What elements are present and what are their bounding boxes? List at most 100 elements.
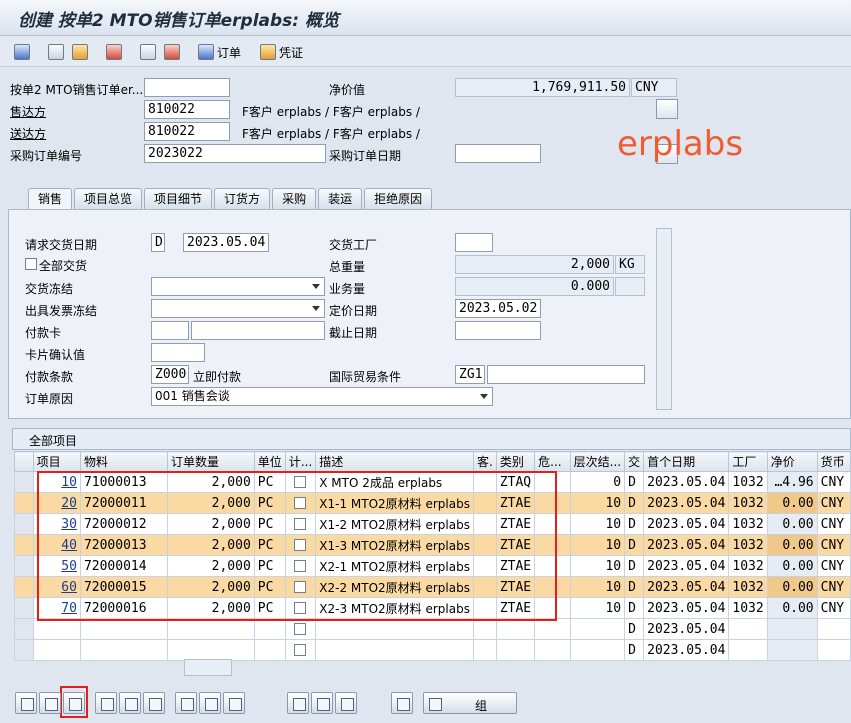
item-detail-button[interactable]	[15, 692, 37, 714]
display-doc-icon[interactable]	[140, 41, 156, 63]
tab-item-detail[interactable]: 项目细节	[144, 188, 213, 209]
delivery-plant-field[interactable]	[455, 233, 493, 252]
col-hierarchy[interactable]: 层次结...	[569, 451, 626, 472]
cell-selector[interactable]	[14, 471, 34, 493]
cell-selector[interactable]	[14, 576, 34, 598]
annotation-rows-box	[37, 471, 557, 621]
tab-ordering-party[interactable]: 订货方	[214, 188, 271, 209]
partner-icon[interactable]	[72, 41, 88, 63]
cell-hierarchy: 10	[569, 534, 626, 556]
col-calc[interactable]: 计...	[284, 451, 317, 472]
ship-to-field[interactable]: 810022	[144, 122, 230, 141]
row-checkbox[interactable]	[293, 644, 306, 656]
complete-delivery-checkbox[interactable]	[25, 258, 37, 270]
cell-selector[interactable]	[14, 597, 34, 619]
cell-selector[interactable]	[14, 639, 34, 661]
cell-selector[interactable]	[14, 513, 34, 535]
configuration-button[interactable]	[175, 692, 197, 714]
back-icon[interactable]	[14, 41, 30, 63]
table-row[interactable]: D 2023.05.04	[14, 639, 851, 661]
voucher-icon	[260, 44, 276, 60]
incoterms-location-field[interactable]	[487, 365, 645, 384]
pricing-date-field[interactable]: 2023.05.02	[455, 299, 541, 318]
partners-button[interactable]	[311, 692, 333, 714]
col-item[interactable]: 项目	[32, 451, 81, 472]
delivery-block-select[interactable]	[151, 277, 325, 296]
order-type-field[interactable]	[144, 78, 230, 97]
cell-selector[interactable]	[14, 492, 34, 514]
voucher-button[interactable]: 凭证	[260, 41, 303, 63]
col-category[interactable]: 类别	[495, 451, 536, 472]
req-delivery-date-field[interactable]: 2023.05.04	[183, 233, 269, 252]
order-button[interactable]: 订单	[198, 41, 241, 63]
orders-icon[interactable]	[106, 41, 122, 63]
tab-procurement[interactable]: 采购	[272, 188, 317, 209]
col-currency[interactable]: 货币	[816, 451, 851, 472]
table-row[interactable]: D 2023.05.04	[14, 618, 851, 640]
col-quantity[interactable]: 订单数量	[166, 451, 255, 472]
cell-hierarchy: 10	[569, 597, 626, 619]
delete-row-button[interactable]	[63, 692, 85, 714]
cell-quantity	[166, 618, 255, 640]
cell-net-price: 0.00	[766, 555, 818, 577]
po-date-field[interactable]	[455, 144, 541, 163]
col-net-price[interactable]: 净价	[766, 451, 818, 472]
copy-item-button[interactable]	[143, 692, 165, 714]
group-button[interactable]	[423, 692, 517, 714]
payment-card-number-field[interactable]	[191, 321, 325, 340]
deselect-all-button[interactable]	[119, 692, 141, 714]
col-description[interactable]: 描述	[315, 451, 474, 472]
cell-selector[interactable]	[14, 555, 34, 577]
order-reason-select[interactable]: 001 销售会谈	[151, 387, 493, 406]
expiry-date-field[interactable]	[455, 321, 541, 340]
tab-item-overview[interactable]: 项目总览	[74, 188, 143, 209]
row-checkbox[interactable]	[293, 623, 306, 635]
cell-net-price: 0.00	[766, 492, 818, 514]
cell-selector[interactable]	[14, 618, 34, 640]
billing-block-select[interactable]	[151, 299, 325, 318]
payment-card-type-field[interactable]	[151, 321, 189, 340]
complete-delivery-label: 全部交货	[39, 259, 88, 273]
col-plant[interactable]: 工厂	[728, 451, 768, 472]
payment-terms-field[interactable]: Z000	[151, 365, 189, 384]
availability-button[interactable]	[287, 692, 309, 714]
col-material[interactable]: 物料	[79, 451, 168, 472]
change-doc-icon[interactable]	[164, 41, 180, 63]
cell-unit	[253, 618, 286, 640]
grid-horizontal-scroll[interactable]	[184, 659, 232, 676]
cell-selector[interactable]	[14, 534, 34, 556]
panel-scrollbar[interactable]	[656, 228, 672, 410]
req-delivery-type-field[interactable]: D	[151, 233, 165, 252]
sold-to-field[interactable]: 810022	[144, 100, 230, 119]
expiry-date-label: 截止日期	[329, 326, 378, 340]
cell-net-price: 0.00	[766, 597, 818, 619]
pricing-button[interactable]	[199, 692, 221, 714]
col-selector[interactable]	[14, 451, 34, 472]
tab-sales[interactable]: 销售	[28, 188, 73, 210]
po-number-field[interactable]: 2023022	[144, 144, 326, 163]
schedule-lines-button[interactable]	[223, 692, 245, 714]
po-number-label: 采购订单编号	[10, 149, 83, 163]
cell-item	[32, 639, 81, 661]
select-all-button[interactable]	[95, 692, 117, 714]
cell-category	[495, 639, 536, 661]
cell-hierarchy: 10	[569, 576, 626, 598]
cell-calc[interactable]	[284, 639, 317, 661]
col-customer[interactable]: 客.	[472, 451, 497, 472]
col-delivery-type[interactable]: 交	[624, 451, 645, 472]
insert-row-button[interactable]	[39, 692, 61, 714]
print-button[interactable]	[391, 692, 413, 714]
cell-first-date: 2023.05.04	[643, 618, 730, 640]
tab-shipping[interactable]: 装运	[318, 188, 363, 209]
col-hazard[interactable]: 危...	[534, 451, 571, 472]
card-verification-field[interactable]	[151, 343, 205, 362]
col-unit[interactable]: 单位	[253, 451, 286, 472]
cell-calc[interactable]	[284, 618, 317, 640]
document-icon[interactable]	[656, 99, 678, 119]
tab-rejection-reason[interactable]: 拒绝原因	[364, 188, 433, 209]
header-icon[interactable]	[48, 41, 64, 63]
col-first-date[interactable]: 首个日期	[643, 451, 730, 472]
incoterms-code-field[interactable]: ZG1	[455, 365, 485, 384]
cell-hierarchy: 10	[569, 492, 626, 514]
texts-button[interactable]	[335, 692, 357, 714]
